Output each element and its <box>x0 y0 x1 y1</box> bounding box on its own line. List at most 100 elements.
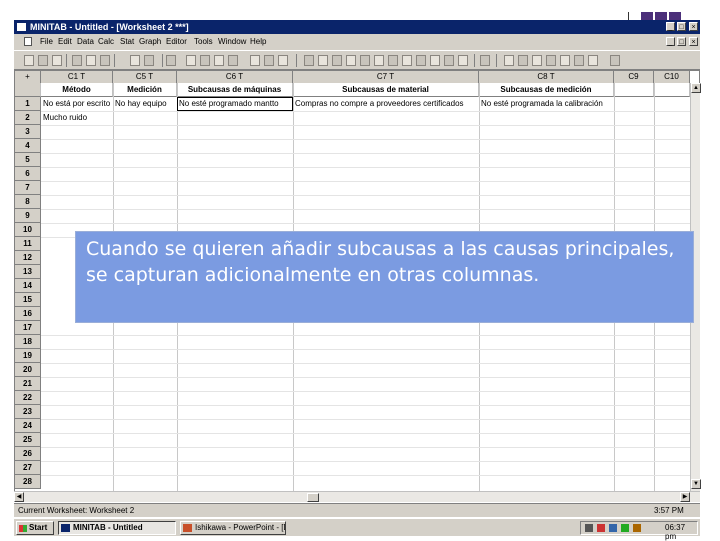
row-header[interactable]: 13 <box>15 265 41 279</box>
menu-data[interactable]: Data <box>77 37 94 46</box>
data-cell[interactable]: No está por escrito <box>43 97 113 111</box>
column-header-c5[interactable]: C5 T <box>113 71 177 83</box>
menu-help[interactable]: Help <box>250 37 266 46</box>
row-header[interactable]: 14 <box>15 279 41 293</box>
tray-arrow-icon[interactable] <box>585 524 593 532</box>
doc-maximize-button[interactable]: □ <box>677 37 686 46</box>
horizontal-scroll-thumb[interactable] <box>307 493 319 502</box>
column-name-c8[interactable]: Subcausas de medición <box>479 83 614 97</box>
zoom-icon[interactable] <box>574 55 584 66</box>
column-header-c10[interactable]: C10 <box>654 71 690 83</box>
row-header[interactable]: 19 <box>15 349 41 363</box>
column-icon[interactable] <box>430 55 440 66</box>
row-header[interactable]: 2 <box>15 111 41 125</box>
row-header[interactable]: 9 <box>15 209 41 223</box>
row-header[interactable]: 20 <box>15 363 41 377</box>
cut-icon[interactable] <box>72 55 82 66</box>
row-header[interactable]: 10 <box>15 223 41 237</box>
column-header-c8[interactable]: C8 T <box>479 71 614 83</box>
scroll-right-icon[interactable]: ▶ <box>680 492 690 502</box>
tray-volume-icon[interactable] <box>621 524 629 532</box>
related-docs-icon[interactable] <box>360 55 370 66</box>
row-header[interactable]: 5 <box>15 153 41 167</box>
row-header[interactable]: 25 <box>15 433 41 447</box>
tray-monitor-icon[interactable] <box>609 524 617 532</box>
session-folder-icon[interactable] <box>318 55 328 66</box>
menu-window[interactable]: Window <box>218 37 246 46</box>
report-pad-icon[interactable] <box>388 55 398 66</box>
menu-graph[interactable]: Graph <box>139 37 161 46</box>
row-header[interactable]: 22 <box>15 391 41 405</box>
paste-icon[interactable] <box>100 55 110 66</box>
menu-stat[interactable]: Stat <box>120 37 134 46</box>
data-cell[interactable]: No esté programada la calibración <box>481 97 614 111</box>
row-header[interactable]: 23 <box>15 405 41 419</box>
task-minitab[interactable]: MINITAB - Untitled <box>58 521 176 535</box>
data-cell[interactable]: Mucho ruido <box>43 111 113 125</box>
row-header[interactable]: 4 <box>15 139 41 153</box>
annotation-icon[interactable] <box>560 55 570 66</box>
menu-calc[interactable]: Calc <box>98 37 114 46</box>
tray-network-icon[interactable] <box>597 524 605 532</box>
row-header[interactable]: 11 <box>15 237 41 251</box>
doc-minimize-button[interactable]: _ <box>666 37 675 46</box>
maximize-button[interactable]: □ <box>677 22 686 31</box>
document-icon[interactable] <box>24 37 32 46</box>
horizontal-scrollbar[interactable]: ◀ ▶ <box>14 491 700 502</box>
menu-edit[interactable]: Edit <box>58 37 72 46</box>
doc-close-button[interactable]: × <box>689 37 698 46</box>
row-header[interactable]: 3 <box>15 125 41 139</box>
project-manager-icon[interactable] <box>304 55 314 66</box>
save-icon[interactable] <box>38 55 48 66</box>
minimize-button[interactable]: _ <box>666 22 675 31</box>
column-name-c6[interactable]: Subcausas de máquinas <box>177 83 293 97</box>
down-arrow-icon[interactable] <box>200 55 210 66</box>
redo-icon[interactable] <box>144 55 154 66</box>
print-icon[interactable] <box>52 55 62 66</box>
column-name-c10[interactable] <box>654 83 690 97</box>
row-header[interactable]: 16 <box>15 307 41 321</box>
graphs-icon[interactable] <box>346 55 356 66</box>
close-button[interactable]: × <box>689 22 698 31</box>
graph-brush-icon[interactable] <box>518 55 528 66</box>
history-icon[interactable] <box>332 55 342 66</box>
edit-icon[interactable] <box>610 55 620 66</box>
task-powerpoint[interactable]: Ishikawa - PowerPoint - [D... <box>180 521 286 535</box>
row-header[interactable]: 24 <box>15 419 41 433</box>
undo-icon[interactable] <box>130 55 140 66</box>
menu-tools[interactable]: Tools <box>194 37 213 46</box>
row-header[interactable]: 28 <box>15 475 41 489</box>
data-cell[interactable]: Compras no compre a proveedores certific… <box>295 97 479 111</box>
scroll-left-icon[interactable]: ◀ <box>14 492 24 502</box>
tray-app-icon[interactable] <box>633 524 641 532</box>
cancel-icon[interactable] <box>250 55 260 66</box>
column-name-c9[interactable] <box>614 83 654 97</box>
row-header[interactable]: 18 <box>15 335 41 349</box>
column-header-c6[interactable]: C6 T <box>177 71 293 83</box>
copy-icon[interactable] <box>86 55 96 66</box>
menu-editor[interactable]: Editor <box>166 37 187 46</box>
worksheet-icon[interactable] <box>402 55 412 66</box>
column-header-c7[interactable]: C7 T <box>293 71 479 83</box>
scroll-up-icon[interactable]: ▲ <box>691 83 701 93</box>
column-name-c7[interactable]: Subcausas de material <box>293 83 479 97</box>
column-name-c5[interactable]: Medición <box>113 83 177 97</box>
brush-icon[interactable] <box>480 55 490 66</box>
find-icon[interactable] <box>214 55 224 66</box>
design-icon[interactable] <box>374 55 384 66</box>
corner-cell[interactable]: + <box>15 71 41 83</box>
select-icon[interactable] <box>546 55 556 66</box>
edit-graph-icon[interactable] <box>504 55 514 66</box>
up-arrow-icon[interactable] <box>186 55 196 66</box>
help-icon[interactable] <box>264 55 274 66</box>
row-header[interactable]: 27 <box>15 461 41 475</box>
session-icon[interactable] <box>166 55 176 66</box>
column-name-c1[interactable]: Método <box>41 83 113 97</box>
cell-icon[interactable] <box>458 55 468 66</box>
row-header[interactable]: 21 <box>15 377 41 391</box>
column-header-c9[interactable]: C9 <box>614 71 654 83</box>
row-header[interactable]: 12 <box>15 251 41 265</box>
binoculars-icon[interactable] <box>228 55 238 66</box>
minitab-app-icon[interactable] <box>17 23 26 31</box>
scroll-down-icon[interactable]: ▼ <box>691 479 701 489</box>
